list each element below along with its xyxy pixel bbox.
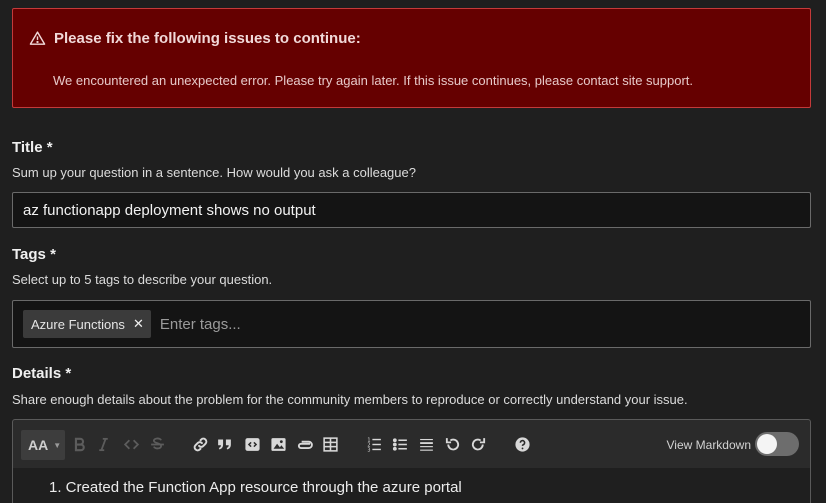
font-size-icon: AA <box>28 437 49 453</box>
editor-toolbar: AA ▼ 1 2 3 View Markdown <box>13 420 810 468</box>
alert-header: Please fix the following issues to conti… <box>29 30 361 47</box>
link-button[interactable] <box>190 434 210 454</box>
details-editor: AA ▼ 1 2 3 View Markdown 1. Created the … <box>12 419 811 503</box>
view-markdown-label: View Markdown <box>666 438 751 452</box>
title-label: Title * <box>12 139 53 156</box>
tags-label: Tags * <box>12 246 56 263</box>
chevron-down-icon: ▼ <box>53 440 62 450</box>
details-label: Details * <box>12 365 72 382</box>
numbered-list-button[interactable]: 123 <box>364 434 384 454</box>
details-help: Share enough details about the problem f… <box>12 392 688 407</box>
help-icon <box>514 436 530 452</box>
editor-content-line: 1. Created the Function App resource thr… <box>49 479 462 496</box>
table-icon <box>322 436 338 452</box>
redo-icon <box>471 437 485 450</box>
strikethrough-button[interactable] <box>147 434 167 454</box>
italic-icon <box>98 437 108 451</box>
strikethrough-icon <box>150 437 164 449</box>
tags-input[interactable] <box>159 315 560 333</box>
attachment-icon <box>297 440 313 449</box>
view-markdown-toggle[interactable] <box>755 432 799 456</box>
remove-tag-icon[interactable]: ✕ <box>133 316 144 332</box>
bulleted-list-button[interactable] <box>390 434 410 454</box>
code-block-button[interactable] <box>242 434 262 454</box>
numbered-list-icon: 123 <box>367 437 381 453</box>
undo-button[interactable] <box>442 434 462 454</box>
error-alert: Please fix the following issues to conti… <box>12 8 811 108</box>
tag-chip: Azure Functions ✕ <box>23 310 151 338</box>
image-icon <box>270 437 286 451</box>
redo-button[interactable] <box>468 434 488 454</box>
tags-help: Select up to 5 tags to describe your que… <box>12 272 273 287</box>
quote-icon <box>217 439 231 449</box>
title-input[interactable] <box>12 192 811 228</box>
quote-button[interactable] <box>214 434 234 454</box>
bold-icon <box>74 437 85 451</box>
inline-code-button[interactable] <box>121 434 141 454</box>
code-block-icon <box>244 437 260 451</box>
horizontal-rule-button[interactable] <box>416 434 436 454</box>
tags-field[interactable]: Azure Functions ✕ <box>12 300 811 348</box>
italic-button[interactable] <box>93 434 113 454</box>
horizontal-rule-icon <box>419 438 433 451</box>
tag-chip-label: Azure Functions <box>31 316 125 332</box>
font-size-button[interactable]: AA ▼ <box>21 430 65 460</box>
title-help: Sum up your question in a sentence. How … <box>12 165 416 180</box>
image-button[interactable] <box>268 434 288 454</box>
link-icon <box>193 437 207 451</box>
code-icon <box>123 439 139 449</box>
toggle-knob <box>757 434 777 454</box>
alert-title: Please fix the following issues to conti… <box>54 30 361 47</box>
alert-message: We encountered an unexpected error. Plea… <box>53 73 694 88</box>
table-button[interactable] <box>320 434 340 454</box>
warning-icon <box>29 31 46 45</box>
bulleted-list-icon <box>392 437 407 451</box>
attachment-button[interactable] <box>294 434 314 454</box>
bold-button[interactable] <box>69 434 89 454</box>
help-button[interactable] <box>512 434 532 454</box>
svg-text:3: 3 <box>367 447 370 452</box>
undo-icon <box>445 437 459 450</box>
